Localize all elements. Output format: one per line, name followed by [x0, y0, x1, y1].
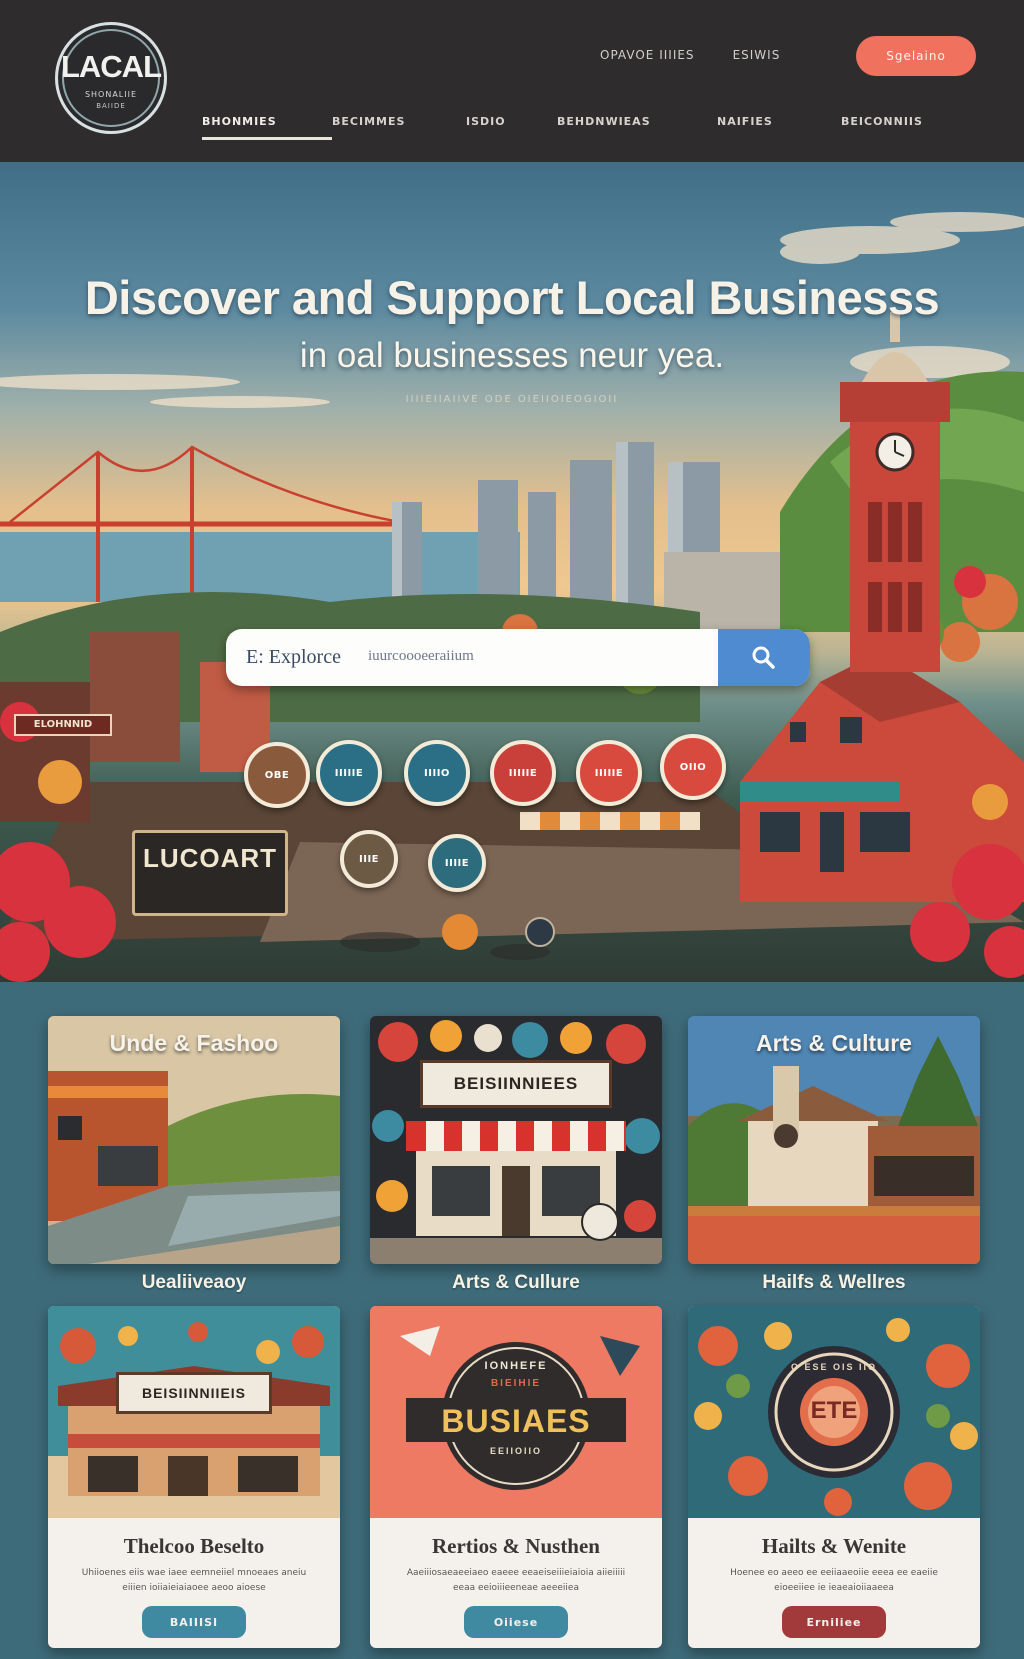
category-badge-4[interactable]: IIIIIE — [490, 740, 556, 806]
top-link-1[interactable]: OPAVOE IIIIES — [600, 48, 695, 62]
category-badge-7[interactable]: IIIE — [340, 830, 398, 888]
left-sign: ELOHNNID — [14, 714, 112, 736]
nav-item-5[interactable]: NAIFIES — [717, 113, 841, 140]
main-nav: BHONMIES BECIMMES ISDIO BEHDNWIEAS NAIFI… — [202, 113, 961, 140]
category-card-3[interactable]: Arts & Culture — [688, 1016, 980, 1264]
feature-card-3-description: Hoenee eo aeeo ee eeiiaaeoiie eeea ee ea… — [730, 1568, 938, 1593]
category-caption-2[interactable]: Arts & Cullure — [370, 1272, 662, 1294]
category-badge-6[interactable]: OIIO — [660, 734, 726, 800]
feature-card-2-image: BUSIAES IONHEFE BIEIHIE EEIIOIIO — [370, 1306, 662, 1518]
category-badge-1[interactable]: OBE — [244, 742, 310, 808]
search-button[interactable] — [718, 629, 810, 686]
feature-card-2-emblem-mid: BIEIHIE — [490, 1378, 542, 1389]
logo-subtitle: SHONALIIE — [84, 90, 138, 99]
feature-card-2: BUSIAES IONHEFE BIEIHIE EEIIOIIO Rertios… — [370, 1306, 662, 1648]
nav-item-1[interactable]: BHONMIES — [202, 113, 332, 140]
hero-banner: Discover and Support Local Businesss in … — [0, 162, 1024, 982]
feature-card-1-board: BEISIINNIIEIS — [116, 1372, 272, 1414]
feature-card-3: ETE O ESE OIS IIO Hailts & Wenite Hoenee… — [688, 1306, 980, 1648]
search-bar: iuurcoooeeraiium — [226, 629, 810, 686]
top-links: OPAVOE IIIIES ESIWIS — [600, 48, 780, 62]
feature-card-2-description: Aaeiiiosaeaeeiaeo eaeee eeaeiseiiieiaioi… — [406, 1568, 626, 1593]
nav-item-6[interactable]: BEICONNIIS — [841, 113, 961, 140]
feature-card-1-description: Uhiioenes eiis wae iaee eemneiiel mnoeae… — [81, 1568, 307, 1593]
top-link-2[interactable]: ESIWIS — [733, 48, 781, 62]
signup-button[interactable]: Sgelaino — [856, 36, 976, 76]
hero-tagline: IIIIEIIAIIVE ODE OIEIIOIEOGIOII — [405, 394, 619, 405]
site-logo[interactable]: LACAL SHONALIIE BAIIDE — [55, 22, 167, 134]
feature-card-1: BEISIINNIIEIS Thelcoo Beselto Uhiioenes … — [48, 1306, 340, 1648]
search-placeholder: iuurcoooeeraiium — [368, 648, 474, 664]
category-card-1[interactable]: Unde & Fashoo — [48, 1016, 340, 1264]
category-badge-5[interactable]: IIIIIE — [576, 740, 642, 806]
feature-card-2-emblem-top: IONHEFE — [484, 1360, 548, 1372]
logo-subtitle-2: BAIIDE — [96, 102, 126, 110]
category-card-2-board: BEISIINNIEES — [420, 1060, 612, 1108]
category-card-1-title: Unde & Fashoo — [109, 1030, 279, 1056]
category-card-2[interactable]: BEISIINNIEES — [370, 1016, 662, 1264]
category-card-3-title: Arts & Culture — [756, 1030, 912, 1056]
hero-title: Discover and Support Local Businesss — [84, 271, 940, 324]
hero-subtitle: in oal businesses neur yea. — [299, 336, 725, 375]
nav-item-2[interactable]: BECIMMES — [332, 113, 466, 140]
nav-item-4[interactable]: BEHDNWIEAS — [557, 113, 717, 140]
feature-card-1-button[interactable]: BAIIISI — [142, 1606, 246, 1638]
category-badge-8[interactable]: IIIIE — [428, 834, 486, 892]
site-header: LACAL SHONALIIE BAIIDE OPAVOE IIIIES ESI… — [0, 0, 1024, 162]
shop-sign: LUCOART — [132, 830, 288, 916]
feature-card-3-emblem: ETE — [810, 1397, 858, 1424]
category-card-2-image — [370, 1016, 662, 1264]
feature-card-3-emblem-ring: O ESE OIS IIO — [790, 1362, 878, 1372]
feature-card-2-button[interactable]: Oiiese — [464, 1606, 568, 1638]
feature-card-1-image: BEISIINNIIEIS — [48, 1306, 340, 1518]
feature-card-3-image: ETE O ESE OIS IIO — [688, 1306, 980, 1518]
category-badge-2[interactable]: IIIIIE — [316, 740, 382, 806]
feature-card-2-emblem-bottom: EEIIOIIO — [489, 1446, 542, 1456]
logo-title: LACAL — [60, 49, 162, 84]
search-icon — [752, 646, 775, 669]
category-caption-1[interactable]: Uealiiveaoy — [48, 1272, 340, 1294]
feature-card-2-title: Rertios & Nusthen — [432, 1534, 600, 1558]
nav-item-3[interactable]: ISDIO — [466, 113, 557, 140]
feature-card-2-emblem: BUSIAES — [441, 1403, 591, 1439]
feature-card-3-title: Hailts & Wenite — [761, 1534, 907, 1558]
category-caption-3[interactable]: Hailfs & Wellres — [688, 1272, 980, 1294]
feature-card-1-title: Thelcoo Beselto — [123, 1534, 265, 1558]
category-badge-3[interactable]: IIIIO — [404, 740, 470, 806]
feature-card-3-button[interactable]: Erniliee — [782, 1606, 886, 1638]
